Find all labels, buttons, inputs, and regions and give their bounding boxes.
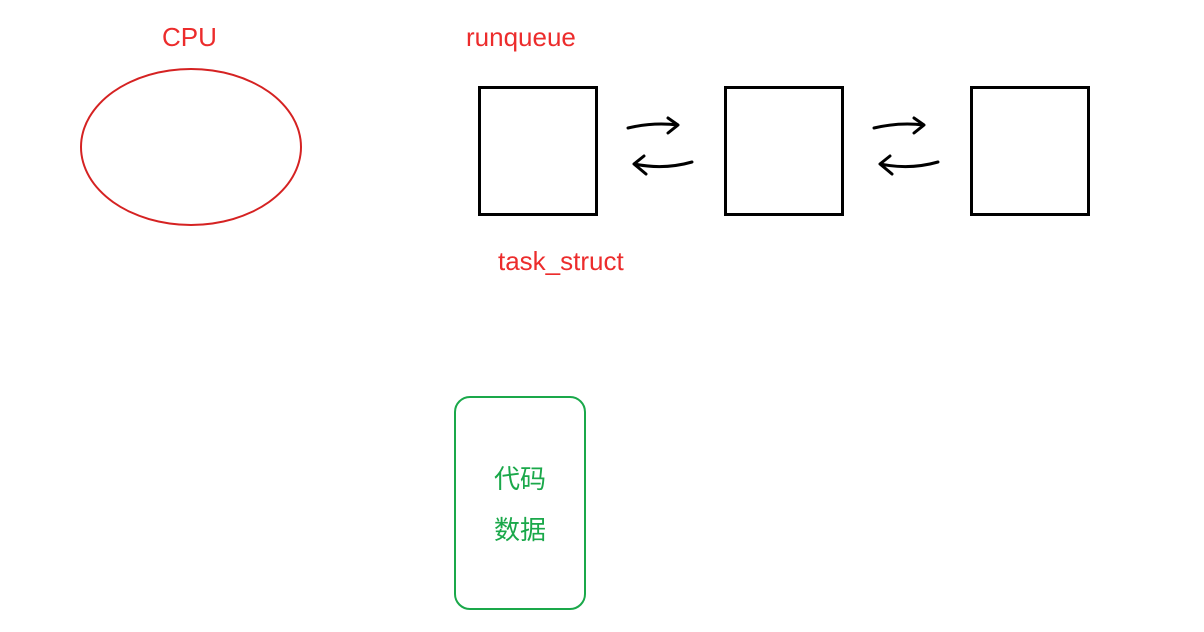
arrow-left-icon (634, 156, 692, 174)
task-struct-label: task_struct (498, 246, 624, 277)
runqueue-label: runqueue (466, 22, 576, 53)
arrows-2-3 (844, 100, 970, 190)
cpu-ellipse (80, 68, 302, 226)
arrow-right-icon (874, 118, 924, 133)
diagram-canvas: CPU runqueue task_struct 代码 数据 (0, 0, 1204, 632)
cpu-label: CPU (162, 22, 217, 53)
process-box: 代码 数据 (454, 396, 586, 610)
process-code-label: 代码 (494, 459, 546, 496)
task-struct-box-3 (970, 86, 1090, 216)
task-struct-box-1 (478, 86, 598, 216)
arrow-right-icon (628, 118, 678, 133)
arrow-left-icon (880, 156, 938, 174)
process-data-label: 数据 (494, 510, 546, 547)
arrows-1-2 (598, 100, 724, 190)
task-struct-box-2 (724, 86, 844, 216)
